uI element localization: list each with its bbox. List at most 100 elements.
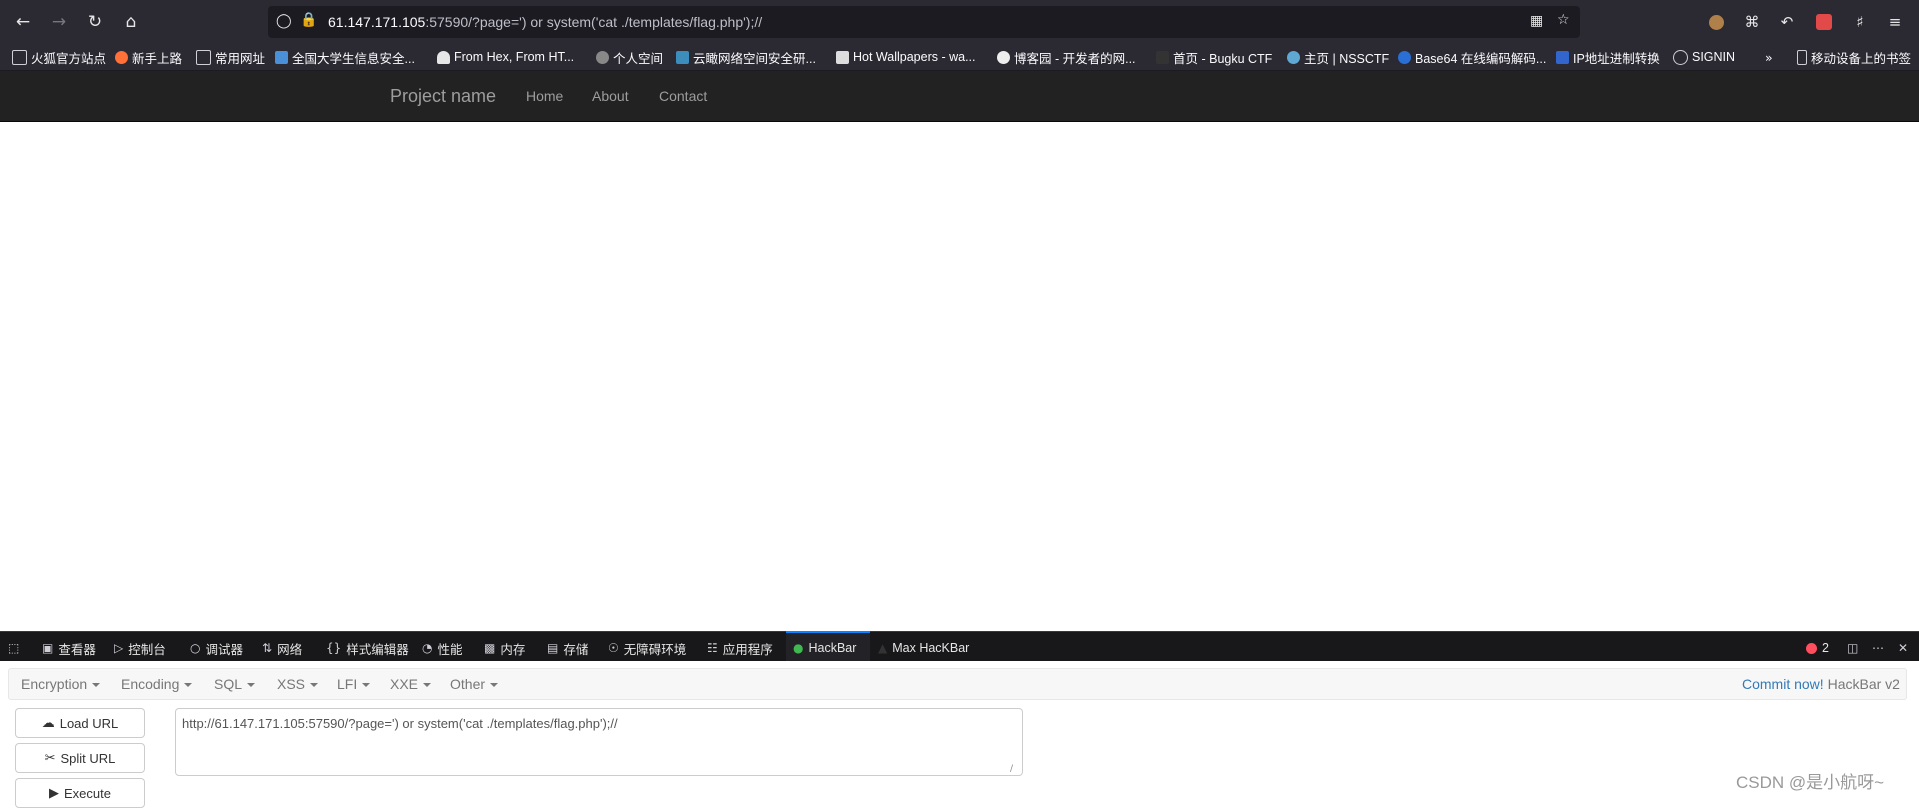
bookmark-item[interactable]: 主页 | NSSCTF — [1287, 48, 1389, 66]
forward-icon[interactable]: → — [47, 10, 71, 34]
menu-label: XXE — [390, 676, 419, 692]
bookmark-label: 常用网址 — [215, 51, 266, 66]
url-text[interactable]: 61.147.171.105:57590/?page=') or system(… — [328, 14, 762, 30]
menu-lfi[interactable]: LFI — [337, 676, 371, 692]
watermark: CSDN @是小航呀~ — [1736, 773, 1885, 792]
profile-badge-icon[interactable] — [1813, 11, 1835, 33]
load-url-button[interactable]: ☁ Load URL — [15, 708, 145, 738]
bookmark-item[interactable]: Hot Wallpapers - wa... — [836, 48, 976, 66]
resize-handle-icon[interactable]: ∕ — [1010, 764, 1020, 774]
tab-hackbar[interactable]: ● HackBar — [793, 639, 856, 657]
error-indicator[interactable]: 2 — [1806, 639, 1829, 657]
hackbar-icon: ● — [793, 641, 804, 655]
bookmarks-overflow-icon[interactable]: » — [1765, 48, 1773, 66]
bookmark-label: 火狐官方站点 — [31, 51, 107, 66]
dock-side-icon[interactable]: ◫ — [1847, 639, 1858, 657]
tab-storage[interactable]: ▤ 存储 — [547, 639, 588, 657]
tab-style-editor[interactable]: {} 样式编辑器 — [326, 639, 409, 657]
site-brand[interactable]: Project name — [390, 86, 496, 107]
tab-application[interactable]: ☷ 应用程序 — [707, 639, 773, 657]
lock-icon[interactable]: 🔒 — [300, 12, 317, 28]
tab-label: 查看器 — [58, 642, 96, 657]
extension-avatar-icon[interactable] — [1705, 11, 1727, 33]
back-icon[interactable]: ← — [11, 10, 35, 34]
bookmark-item[interactable]: SIGNIN — [1673, 48, 1735, 66]
bookmark-label: 新手上路 — [132, 51, 183, 66]
tab-network[interactable]: ⇅ 网络 — [262, 639, 302, 657]
tab-inspector[interactable]: ▣ 查看器 — [42, 639, 96, 657]
button-label: Split URL — [60, 750, 116, 766]
bookmark-label: From Hex, From HT... — [454, 50, 575, 64]
active-tab-indicator — [786, 631, 870, 633]
scissors-icon: ✂ — [44, 750, 56, 766]
tab-debugger[interactable]: ○ 调试器 — [190, 639, 243, 657]
tab-label: 性能 — [437, 642, 463, 657]
site-favicon-icon — [1398, 50, 1411, 64]
caret-down-icon — [423, 683, 432, 688]
bookmark-label: Hot Wallpapers - wa... — [853, 50, 976, 64]
hackbar-url-textarea[interactable]: http://61.147.171.105:57590/?page=') or … — [175, 708, 1023, 776]
tab-label: 存储 — [563, 642, 589, 657]
menu-label: SQL — [214, 676, 243, 692]
execute-button[interactable]: ▶ Execute — [15, 778, 145, 808]
caret-down-icon — [310, 683, 319, 688]
menu-label: LFI — [337, 676, 358, 692]
bookmark-item[interactable]: 云瞰网络空间安全研... — [676, 48, 816, 66]
bookmark-item[interactable]: 新手上路 — [115, 48, 182, 66]
more-options-icon[interactable]: ⋯ — [1872, 639, 1884, 657]
menu-label: Encryption — [21, 676, 88, 692]
home-icon[interactable]: ⌂ — [119, 10, 143, 34]
element-picker-icon[interactable]: ⬚ — [8, 639, 19, 657]
bookmark-item[interactable]: 个人空间 — [596, 48, 663, 66]
mobile-icon — [1797, 49, 1807, 65]
version-label: HackBar v2 — [1827, 676, 1900, 692]
qr-code-icon[interactable]: ▦ — [1530, 13, 1543, 29]
bookmark-item[interactable]: IP地址进制转换 — [1556, 48, 1660, 66]
tab-console[interactable]: ▷ 控制台 — [114, 639, 166, 657]
undo-icon[interactable]: ↶ — [1776, 11, 1798, 33]
tab-label: 内存 — [500, 642, 526, 657]
bookmark-item[interactable]: 移动设备上的书签 — [1797, 48, 1911, 66]
page-content — [0, 122, 1919, 631]
tab-memory[interactable]: ▩ 内存 — [484, 639, 525, 657]
hackbar-menu: Encryption Encoding SQL XSS LFI XXE Othe… — [8, 668, 1907, 700]
bookmark-label: IP地址进制转换 — [1573, 51, 1660, 66]
url-bar[interactable]: ◯ 🔒 61.147.171.105:57590/?page=') or sys… — [268, 6, 1580, 38]
cloud-download-icon: ☁ — [41, 715, 55, 731]
bookmark-label: 云瞰网络空间安全研... — [693, 51, 816, 66]
menu-xxe[interactable]: XXE — [390, 676, 432, 692]
menu-encryption[interactable]: Encryption — [21, 676, 101, 692]
commit-now-link[interactable]: Commit now! HackBar v2 — [1742, 676, 1900, 692]
tab-max-hackbar[interactable]: ▲ Max HacKBar — [878, 639, 969, 657]
crop-icon[interactable]: ⌘ — [1741, 11, 1763, 33]
menu-encoding[interactable]: Encoding — [121, 676, 193, 692]
menu-other[interactable]: Other — [450, 676, 499, 692]
menu-label: Encoding — [121, 676, 180, 692]
extensions-icon[interactable]: ♯ — [1849, 11, 1871, 33]
shield-icon[interactable]: ◯ — [276, 13, 292, 29]
folder-icon — [196, 49, 211, 65]
button-label: Execute — [64, 785, 111, 801]
split-url-button[interactable]: ✂ Split URL — [15, 743, 145, 773]
tab-performance[interactable]: ◔ 性能 — [422, 639, 463, 657]
reload-icon[interactable]: ↻ — [83, 10, 107, 34]
nav-home-link[interactable]: Home — [526, 88, 563, 104]
caret-down-icon — [92, 683, 101, 688]
menu-xss[interactable]: XSS — [277, 676, 319, 692]
bookmark-item[interactable]: 博客园 - 开发者的网... — [997, 48, 1136, 66]
folder-icon — [12, 49, 27, 65]
nav-about-link[interactable]: About — [592, 88, 629, 104]
menu-icon[interactable]: ≡ — [1884, 11, 1906, 33]
bookmark-item[interactable]: Base64 在线编码解码... — [1398, 48, 1546, 66]
nav-contact-link[interactable]: Contact — [659, 88, 707, 104]
close-devtools-icon[interactable]: ✕ — [1898, 639, 1908, 657]
memory-icon: ▩ — [484, 641, 496, 655]
bookmark-item[interactable]: 全国大学生信息安全... — [275, 48, 415, 66]
bookmark-item[interactable]: From Hex, From HT... — [437, 48, 574, 66]
menu-sql[interactable]: SQL — [214, 676, 256, 692]
bookmark-item[interactable]: 首页 - Bugku CTF — [1156, 48, 1272, 66]
tab-accessibility[interactable]: ☉ 无障碍环境 — [608, 639, 686, 657]
bookmark-item[interactable]: 常用网址 — [196, 48, 265, 66]
bookmark-star-icon[interactable]: ☆ — [1557, 12, 1570, 28]
bookmark-item[interactable]: 火狐官方站点 — [12, 48, 106, 66]
